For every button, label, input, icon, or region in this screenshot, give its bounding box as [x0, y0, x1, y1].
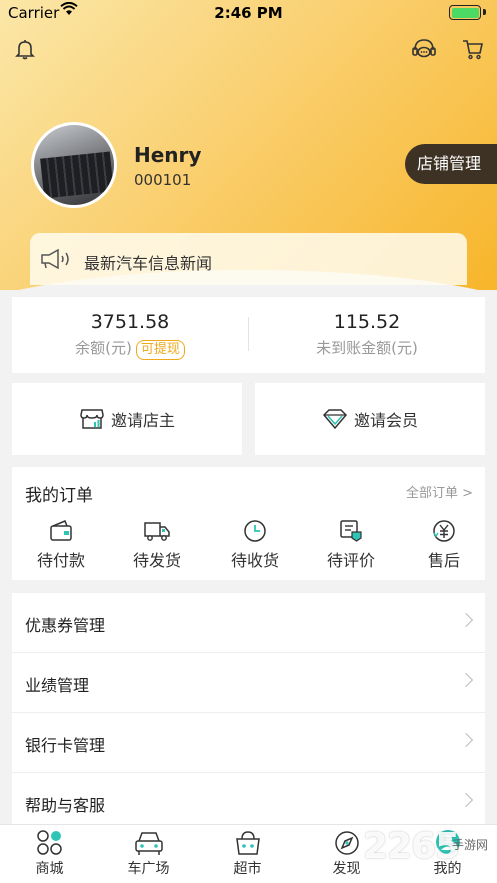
pending-amount: 115.52 — [333, 311, 401, 333]
user-id: 000101 — [134, 171, 192, 189]
menu-item-performance[interactable]: 业绩管理 — [12, 653, 485, 713]
order-pending-shipment[interactable]: 待发货 — [110, 519, 204, 571]
wallet-icon — [50, 520, 72, 541]
order-after-sales[interactable]: 售后 — [397, 519, 491, 571]
chevron-right-icon — [458, 792, 474, 808]
avatar[interactable] — [31, 122, 117, 208]
tab-label: 车广场 — [127, 861, 170, 877]
chevron-right-icon — [458, 732, 474, 748]
compass-icon — [334, 831, 359, 855]
shop-management-button[interactable]: 店铺管理 — [405, 144, 497, 184]
battery-icon — [449, 5, 481, 20]
all-orders-link[interactable]: 全部订单 > — [406, 482, 473, 501]
menu-list: 优惠券管理 业绩管理 银行卡管理 帮助与客服 — [12, 593, 485, 825]
menu-item-label: 银行卡管理 — [25, 736, 106, 755]
pending-column[interactable]: 115.52 未到账金额(元) — [249, 297, 485, 373]
megaphone-icon — [41, 249, 69, 269]
bell-icon[interactable] — [11, 35, 39, 63]
orders-title: 我的订单 — [25, 486, 93, 506]
battery-tip — [483, 9, 486, 15]
customer-service-icon[interactable] — [410, 35, 438, 63]
refund-icon — [433, 520, 455, 542]
balance-amount: 3751.58 — [90, 311, 170, 333]
user-name: Henry — [134, 143, 202, 167]
news-text: 最新汽车信息新闻 — [84, 254, 213, 273]
status-bar: Carrier 2:46 PM — [0, 0, 497, 24]
pending-label: 未到账金额(元) — [316, 339, 418, 357]
balance-card: 3751.58 余额(元) 可提现 115.52 未到账金额(元) — [12, 297, 485, 373]
tab-label: 超市 — [233, 861, 262, 877]
order-label: 待收货 — [230, 551, 279, 570]
withdraw-tag[interactable]: 可提现 — [135, 340, 185, 360]
order-label: 售后 — [427, 551, 460, 570]
order-pending-payment[interactable]: 待付款 — [14, 519, 108, 571]
chevron-right-icon — [458, 612, 474, 628]
balance-label: 余额(元) — [75, 339, 132, 357]
basket-icon — [235, 831, 260, 855]
tab-label: 发现 — [332, 861, 361, 877]
review-icon — [340, 520, 362, 542]
tab-car-square[interactable]: 车广场 — [99, 829, 198, 878]
menu-item-bank-cards[interactable]: 银行卡管理 — [12, 713, 485, 773]
order-label: 待付款 — [36, 551, 85, 570]
order-label: 待评价 — [326, 551, 375, 570]
news-banner[interactable]: 最新汽车信息新闻 — [30, 233, 467, 285]
balance-column[interactable]: 3751.58 余额(元) 可提现 — [12, 297, 248, 373]
menu-item-coupons[interactable]: 优惠券管理 — [12, 593, 485, 653]
menu-item-label: 帮助与客服 — [25, 796, 106, 815]
orders-card: 我的订单 全部订单 > 待付款 待发货 待收货 待评价 售后 — [12, 467, 485, 580]
invite-member-label: 邀请会员 — [353, 411, 418, 430]
store-icon — [80, 409, 104, 429]
car-icon — [134, 832, 163, 855]
invite-shopkeeper-button[interactable]: 邀请店主 — [12, 383, 242, 455]
watermark-logo: 2265 — [363, 826, 460, 867]
tab-mall[interactable]: 商城 — [0, 829, 99, 878]
order-pending-receipt[interactable]: 待收货 — [208, 519, 302, 571]
invite-member-button[interactable]: 邀请会员 — [255, 383, 485, 455]
watermark-subtitle: 手游网 — [452, 838, 489, 852]
cart-icon[interactable] — [459, 35, 487, 63]
grid-icon — [36, 830, 62, 855]
invite-shopkeeper-label: 邀请店主 — [110, 411, 175, 430]
diamond-icon — [322, 409, 348, 430]
clock: 2:46 PM — [214, 4, 283, 22]
tab-supermarket[interactable]: 超市 — [198, 829, 297, 878]
tab-label: 商城 — [35, 861, 64, 877]
menu-item-help[interactable]: 帮助与客服 — [12, 773, 485, 825]
menu-item-label: 业绩管理 — [25, 676, 90, 695]
menu-item-label: 优惠券管理 — [25, 616, 106, 635]
order-label: 待发货 — [132, 551, 181, 570]
truck-icon — [144, 522, 170, 541]
order-pending-review[interactable]: 待评价 — [304, 519, 398, 571]
clock-icon — [244, 520, 266, 542]
chevron-right-icon — [458, 672, 474, 688]
